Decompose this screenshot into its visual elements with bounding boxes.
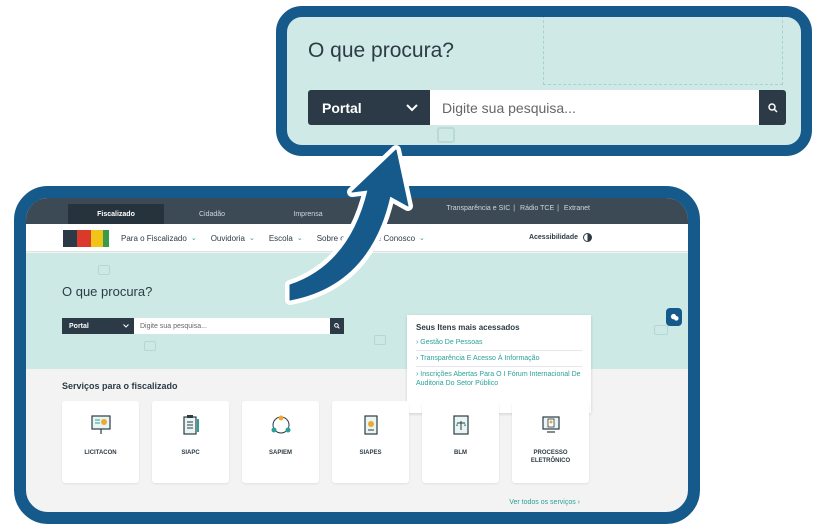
- nav-bar: Para o Fiscalizado ⌄ Ouvidoria ⌄ Escola ⌄ S…: [26, 224, 688, 252]
- nav-fale-conosco[interactable]: Fale Conosco ⌄: [366, 234, 425, 243]
- main-nav: Para o Fiscalizado ⌄ Ouvidoria ⌄ Escola ⌄ S…: [121, 224, 425, 252]
- hero-search-button[interactable]: [330, 318, 344, 334]
- service-card-processo-eletronico[interactable]: PROCESSO ELETRÔNICO: [512, 401, 589, 483]
- service-card-siapes[interactable]: SIAPES: [332, 401, 409, 483]
- service-label: PROCESSO ELETRÔNICO: [530, 450, 571, 464]
- zoom-search-input[interactable]: [430, 90, 759, 125]
- badge-document-icon: [363, 415, 378, 435]
- tce-logo[interactable]: [63, 230, 109, 247]
- link-transparencia[interactable]: Transparência e SIC: [446, 205, 510, 212]
- zoom-search-bar: Portal: [308, 90, 786, 125]
- calendar-icon: [437, 127, 455, 143]
- services-cards: LICITACON SIAPC SAPIEM SIAPES BLM PROCES…: [62, 401, 589, 483]
- service-label: LICITACON: [84, 450, 117, 456]
- clipboard-list-icon: [182, 415, 199, 435]
- top-bar: Fiscalizado Cidadão Imprensa Transparênc…: [26, 198, 688, 224]
- monitor-document-icon: [541, 416, 560, 433]
- site-screenshot: Fiscalizado Cidadão Imprensa Transparênc…: [14, 186, 700, 524]
- link-radio[interactable]: Rádio TCE: [520, 205, 554, 212]
- tab-cidadao[interactable]: Cidadão: [164, 204, 260, 224]
- laptop-icon: [654, 325, 668, 335]
- most-accessed-panel: Seus Itens mais acessados › Gestão De Pe…: [407, 315, 591, 413]
- zoom-scope-select[interactable]: Portal: [308, 90, 430, 125]
- most-accessed-title: Seus Itens mais acessados: [416, 323, 520, 332]
- hero-search-bar: Portal Digite sua pesquisa...: [62, 318, 344, 334]
- chevron-down-icon: ⌄: [190, 235, 197, 242]
- nav-ouvidoria[interactable]: Ouvidoria ⌄: [211, 234, 255, 243]
- zoom-search-button[interactable]: [759, 90, 786, 125]
- zoomed-search-panel: O que procura? Portal: [276, 6, 812, 156]
- service-label: SIAPES: [359, 450, 382, 456]
- zoom-search-title: O que procura?: [308, 39, 454, 62]
- most-accessed-item[interactable]: › Inscrições Abertas Para O I Fórum Inte…: [416, 367, 582, 391]
- most-accessed-item[interactable]: › Transparência E Acesso À Informação: [416, 351, 582, 367]
- calendar-icon: [144, 341, 156, 351]
- chevron-down-icon: [123, 324, 129, 328]
- hero-scope-select[interactable]: Portal: [62, 318, 134, 334]
- chevron-down-icon: ⌄: [296, 235, 303, 242]
- chat-icon: [670, 313, 679, 321]
- scale-document-icon: [452, 415, 469, 435]
- people-network-icon: [271, 415, 290, 434]
- service-label: BLM: [454, 450, 467, 456]
- link-extranet[interactable]: Extranet: [564, 205, 590, 212]
- service-label: SAPIEM: [268, 450, 292, 456]
- tab-imprensa[interactable]: Imprensa: [260, 204, 356, 224]
- hero-search-title: O que procura?: [62, 284, 153, 299]
- hero-scope-value: Portal: [69, 322, 89, 330]
- chevron-down-icon: [406, 103, 418, 111]
- service-label: SIAPC: [181, 450, 200, 456]
- service-card-blm[interactable]: BLM: [422, 401, 499, 483]
- service-card-sapiem[interactable]: SAPIEM: [242, 401, 319, 483]
- see-all-services-link[interactable]: Ver todos os serviços ›: [509, 499, 580, 506]
- zoom-scope-value: Portal: [322, 99, 362, 116]
- nav-escola[interactable]: Escola ⌄: [269, 234, 303, 243]
- chat-bubble-icon: [98, 265, 110, 275]
- contrast-toggle-icon[interactable]: [583, 233, 592, 242]
- stage: O que procura? Portal Fiscalizado Cidadã…: [0, 0, 818, 527]
- top-links: Transparência e SIC | Rádio TCE | Extranet: [446, 205, 590, 212]
- nav-para-o-fiscalizado[interactable]: Para o Fiscalizado ⌄: [121, 234, 197, 243]
- search-icon: [334, 323, 340, 329]
- accessibility-link[interactable]: Acessibilidade: [529, 234, 578, 241]
- tab-fiscalizado[interactable]: Fiscalizado: [68, 204, 164, 224]
- search-icon: [767, 102, 778, 113]
- hand-icon: [374, 335, 386, 345]
- hero-search-input[interactable]: Digite sua pesquisa...: [134, 318, 330, 334]
- hero-search-section: O que procura? Portal Digite sua pesquis…: [26, 253, 688, 413]
- service-card-licitacon[interactable]: LICITACON: [62, 401, 139, 483]
- chat-button[interactable]: [666, 308, 682, 326]
- chevron-down-icon: ⌄: [419, 235, 425, 242]
- chevron-down-icon: ⌄: [248, 235, 255, 242]
- nav-sobre[interactable]: Sobre o T: [317, 234, 352, 243]
- services-title: Serviços para o fiscalizado: [62, 381, 178, 391]
- decoration: [543, 17, 783, 85]
- presentation-icon: [90, 415, 111, 434]
- service-card-siapc[interactable]: SIAPC: [152, 401, 229, 483]
- most-accessed-item[interactable]: › Gestão De Pessoas: [416, 335, 582, 351]
